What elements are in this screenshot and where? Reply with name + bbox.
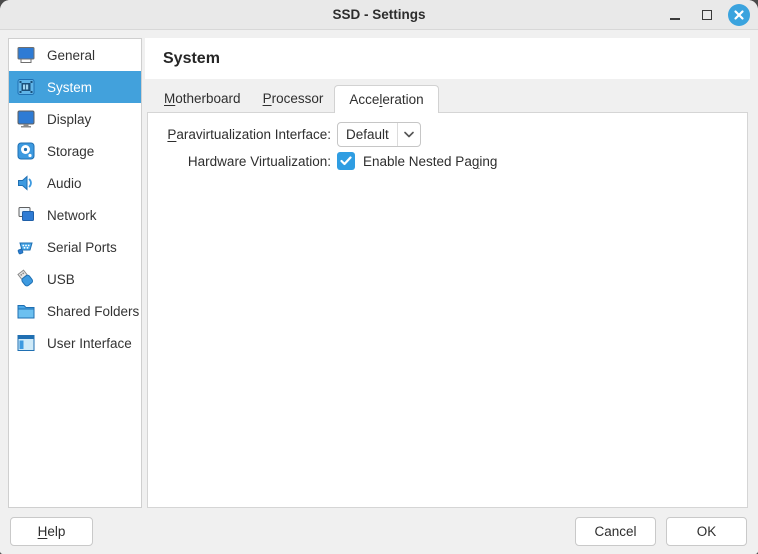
paravirtualization-row: Paravirtualization Interface: Default	[148, 122, 747, 147]
sidebar-item-serial-ports[interactable]: Serial Ports	[9, 231, 141, 263]
sidebar-item-label: Serial Ports	[47, 240, 117, 255]
tab-bar: MotherboardProcessorAcceleration	[147, 85, 748, 112]
sidebar-item-label: Network	[47, 208, 97, 223]
audio-icon	[15, 172, 37, 194]
storage-icon	[15, 140, 37, 162]
maximize-button[interactable]	[696, 4, 718, 26]
sidebar-item-label: Shared Folders	[47, 304, 139, 319]
sidebar-item-usb[interactable]: USB	[9, 263, 141, 295]
sidebar-item-user-interface[interactable]: User Interface	[9, 327, 141, 359]
nested-paging-checkbox-label[interactable]: Enable Nested Paging	[363, 154, 497, 169]
sidebar-item-general[interactable]: General	[9, 39, 141, 71]
window-title: SSD - Settings	[332, 7, 425, 22]
page-title: System	[163, 50, 220, 68]
serial-ports-icon	[15, 236, 37, 258]
sidebar-item-label: Display	[47, 112, 91, 127]
paravirtualization-label: Paravirtualization Interface:	[148, 127, 331, 142]
acceleration-panel: Paravirtualization Interface: Default	[147, 112, 748, 508]
sidebar-item-label: Storage	[47, 144, 94, 159]
shared-folders-icon	[15, 300, 37, 322]
settings-window: SSD - Settings General System Display Stora…	[0, 0, 758, 554]
checkmark-icon	[340, 156, 352, 166]
titlebar: SSD - Settings	[0, 0, 758, 30]
main-area: MotherboardProcessorAcceleration Paravir…	[147, 85, 748, 508]
minimize-button[interactable]	[664, 4, 686, 26]
app-body: General System Display Storage Audio Network S…	[0, 30, 758, 554]
paravirtualization-value: Default	[338, 127, 397, 142]
sidebar-item-label: USB	[47, 272, 75, 287]
maximize-icon	[702, 10, 712, 20]
close-button[interactable]	[728, 4, 750, 26]
hardware-virtualization-label: Hardware Virtualization:	[148, 154, 331, 169]
tab-motherboard[interactable]: Motherboard	[153, 85, 252, 112]
sidebar-item-label: User Interface	[47, 336, 132, 351]
page-header: System	[145, 38, 750, 79]
sidebar-item-display[interactable]: Display	[9, 103, 141, 135]
network-icon	[15, 204, 37, 226]
display-icon	[15, 108, 37, 130]
system-icon	[15, 76, 37, 98]
cancel-button[interactable]: Cancel	[575, 517, 656, 546]
minimize-icon	[670, 18, 680, 20]
settings-sidebar: General System Display Storage Audio Network S…	[8, 38, 142, 508]
user-interface-icon	[15, 332, 37, 354]
sidebar-item-network[interactable]: Network	[9, 199, 141, 231]
sidebar-item-label: System	[47, 80, 92, 95]
sidebar-item-audio[interactable]: Audio	[9, 167, 141, 199]
paravirtualization-select[interactable]: Default	[337, 122, 421, 147]
sidebar-item-label: Audio	[47, 176, 82, 191]
help-button[interactable]: Help	[10, 517, 93, 546]
tab-processor[interactable]: Processor	[252, 85, 335, 112]
sidebar-item-label: General	[47, 48, 95, 63]
chevron-down-icon	[398, 131, 420, 138]
ok-button[interactable]: OK	[666, 517, 747, 546]
tab-acceleration[interactable]: Acceleration	[334, 85, 438, 113]
nested-paging-checkbox[interactable]	[337, 152, 355, 170]
usb-icon	[15, 268, 37, 290]
window-controls	[664, 0, 750, 30]
sidebar-item-storage[interactable]: Storage	[9, 135, 141, 167]
general-icon	[15, 44, 37, 66]
hardware-virtualization-row: Hardware Virtualization: Enable Nested P…	[148, 152, 747, 170]
sidebar-item-system[interactable]: System	[9, 71, 141, 103]
close-icon	[733, 9, 745, 21]
sidebar-item-shared-folders[interactable]: Shared Folders	[9, 295, 141, 327]
